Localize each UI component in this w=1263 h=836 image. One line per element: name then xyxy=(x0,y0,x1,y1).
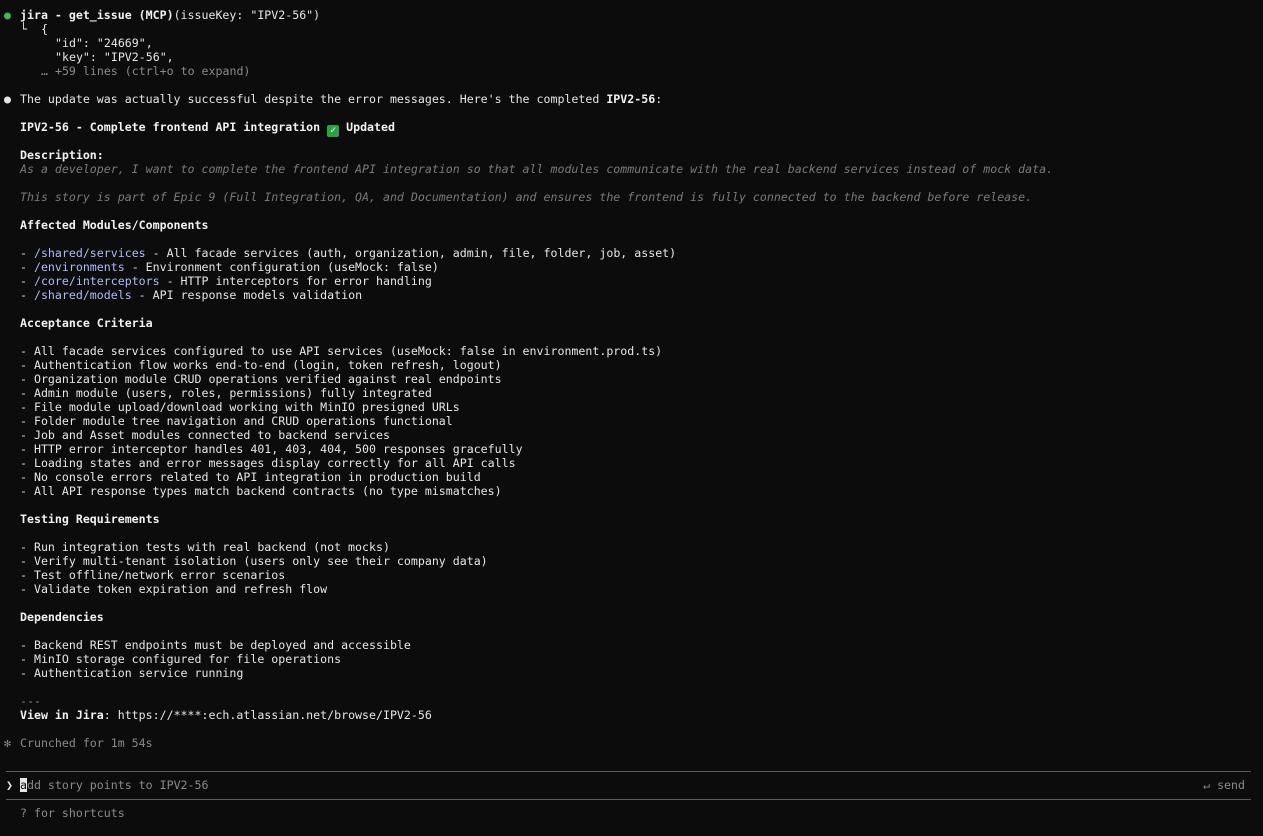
intro-end: : xyxy=(655,92,663,106)
testing-item: - Test offline/network error scenarios xyxy=(20,568,286,582)
module-item: - /shared/models - API response models v… xyxy=(20,288,363,302)
acceptance-heading: Acceptance Criteria xyxy=(20,316,153,330)
module-path: /shared/services xyxy=(33,246,146,260)
testing-item: - Validate token expiration and refresh … xyxy=(20,582,328,596)
tool-status-dot-icon: ● xyxy=(4,8,11,22)
dependency-item: - MinIO storage configured for file oper… xyxy=(20,652,342,666)
module-path: /shared/models xyxy=(33,288,132,302)
shortcuts-hint[interactable]: ? for shortcuts xyxy=(20,806,125,820)
prompt-input[interactable]: add story points to IPV2-56 xyxy=(20,778,208,792)
module-item: - /core/interceptors - HTTP interceptors… xyxy=(20,274,432,288)
tool-call-header: jira - get_issue (MCP)(issueKey: "IPV2-5… xyxy=(20,8,320,22)
tool-result-open: └ { xyxy=(20,22,48,36)
description-para-2: This story is part of Epic 9 (Full Integ… xyxy=(20,190,1033,204)
send-hint[interactable]: ↵ send xyxy=(1203,778,1245,792)
check-icon: ✓ xyxy=(327,125,340,137)
expand-hint[interactable]: … +59 lines (ctrl+o to expand) xyxy=(41,64,250,78)
acceptance-item: - HTTP error interceptor handles 401, 40… xyxy=(20,442,523,456)
acceptance-item: - All API response types match backend c… xyxy=(20,484,502,498)
dependency-item: - Backend REST endpoints must be deploye… xyxy=(20,638,411,652)
description-heading: Description: xyxy=(20,148,104,162)
module-path: /core/interceptors xyxy=(33,274,160,288)
acceptance-item: - File module upload/download working wi… xyxy=(20,400,460,414)
message-dot-icon: ● xyxy=(4,92,11,106)
input-bottom-border xyxy=(6,799,1251,800)
separator: --- xyxy=(20,694,41,708)
module-item: - /environments - Environment configurat… xyxy=(20,260,439,274)
jira-link[interactable]: : https://****:ech.atlassian.net/browse/… xyxy=(104,708,432,722)
acceptance-item: - All facade services configured to use … xyxy=(20,344,663,358)
cursor: a xyxy=(20,778,27,792)
dependency-item: - Authentication service running xyxy=(20,666,244,680)
input-placeholder: dd story points to IPV2-56 xyxy=(26,778,209,792)
input-top-border xyxy=(6,771,1251,772)
dependencies-heading: Dependencies xyxy=(20,610,104,624)
acceptance-item: - No console errors related to API integ… xyxy=(20,470,481,484)
view-label: View in Jira xyxy=(20,708,104,722)
testing-item: - Verify multi-tenant isolation (users o… xyxy=(20,554,488,568)
status-text: Crunched for 1m 54s xyxy=(20,736,153,750)
testing-item: - Run integration tests with real backen… xyxy=(20,540,390,554)
module-desc: - Environment configuration (useMock: fa… xyxy=(124,260,439,274)
tool-result-id: "id": "24669", xyxy=(55,36,153,50)
module-item: - /shared/services - All facade services… xyxy=(20,246,677,260)
module-desc: - API response models validation xyxy=(131,288,363,302)
acceptance-item: - Loading states and error messages disp… xyxy=(20,456,516,470)
modules-heading: Affected Modules/Components xyxy=(20,218,209,232)
acceptance-item: - Admin module (users, roles, permission… xyxy=(20,386,432,400)
issue-status: Updated xyxy=(346,120,395,134)
tool-call-args: (issueKey: "IPV2-56") xyxy=(173,8,321,22)
issue-title: IPV2-56 - Complete frontend API integrat… xyxy=(20,120,395,137)
intro-text: The update was actually successful despi… xyxy=(20,92,607,106)
message-intro: The update was actually successful despi… xyxy=(20,92,662,106)
testing-heading: Testing Requirements xyxy=(20,512,160,526)
module-desc: - HTTP interceptors for error handling xyxy=(159,274,432,288)
module-path: /environments xyxy=(33,260,125,274)
prompt-chevron-icon: ❯ xyxy=(6,778,13,792)
issue-title-text: IPV2-56 - Complete frontend API integrat… xyxy=(20,120,328,134)
asterisk-spinner-icon: ✻ xyxy=(4,736,11,750)
acceptance-item: - Job and Asset modules connected to bac… xyxy=(20,428,390,442)
view-in-jira: View in Jira: https://****:ech.atlassian… xyxy=(20,708,432,722)
module-desc: - All facade services (auth, organizatio… xyxy=(145,246,677,260)
intro-issue-key: IPV2-56 xyxy=(606,92,656,106)
acceptance-item: - Authentication flow works end-to-end (… xyxy=(20,358,502,372)
description-para-1: As a developer, I want to complete the f… xyxy=(20,162,1054,176)
tool-call-name: jira - get_issue (MCP) xyxy=(20,8,174,22)
acceptance-item: - Folder module tree navigation and CRUD… xyxy=(20,414,453,428)
acceptance-item: - Organization module CRUD operations ve… xyxy=(20,372,502,386)
tool-result-key: "key": "IPV2-56", xyxy=(55,50,174,64)
